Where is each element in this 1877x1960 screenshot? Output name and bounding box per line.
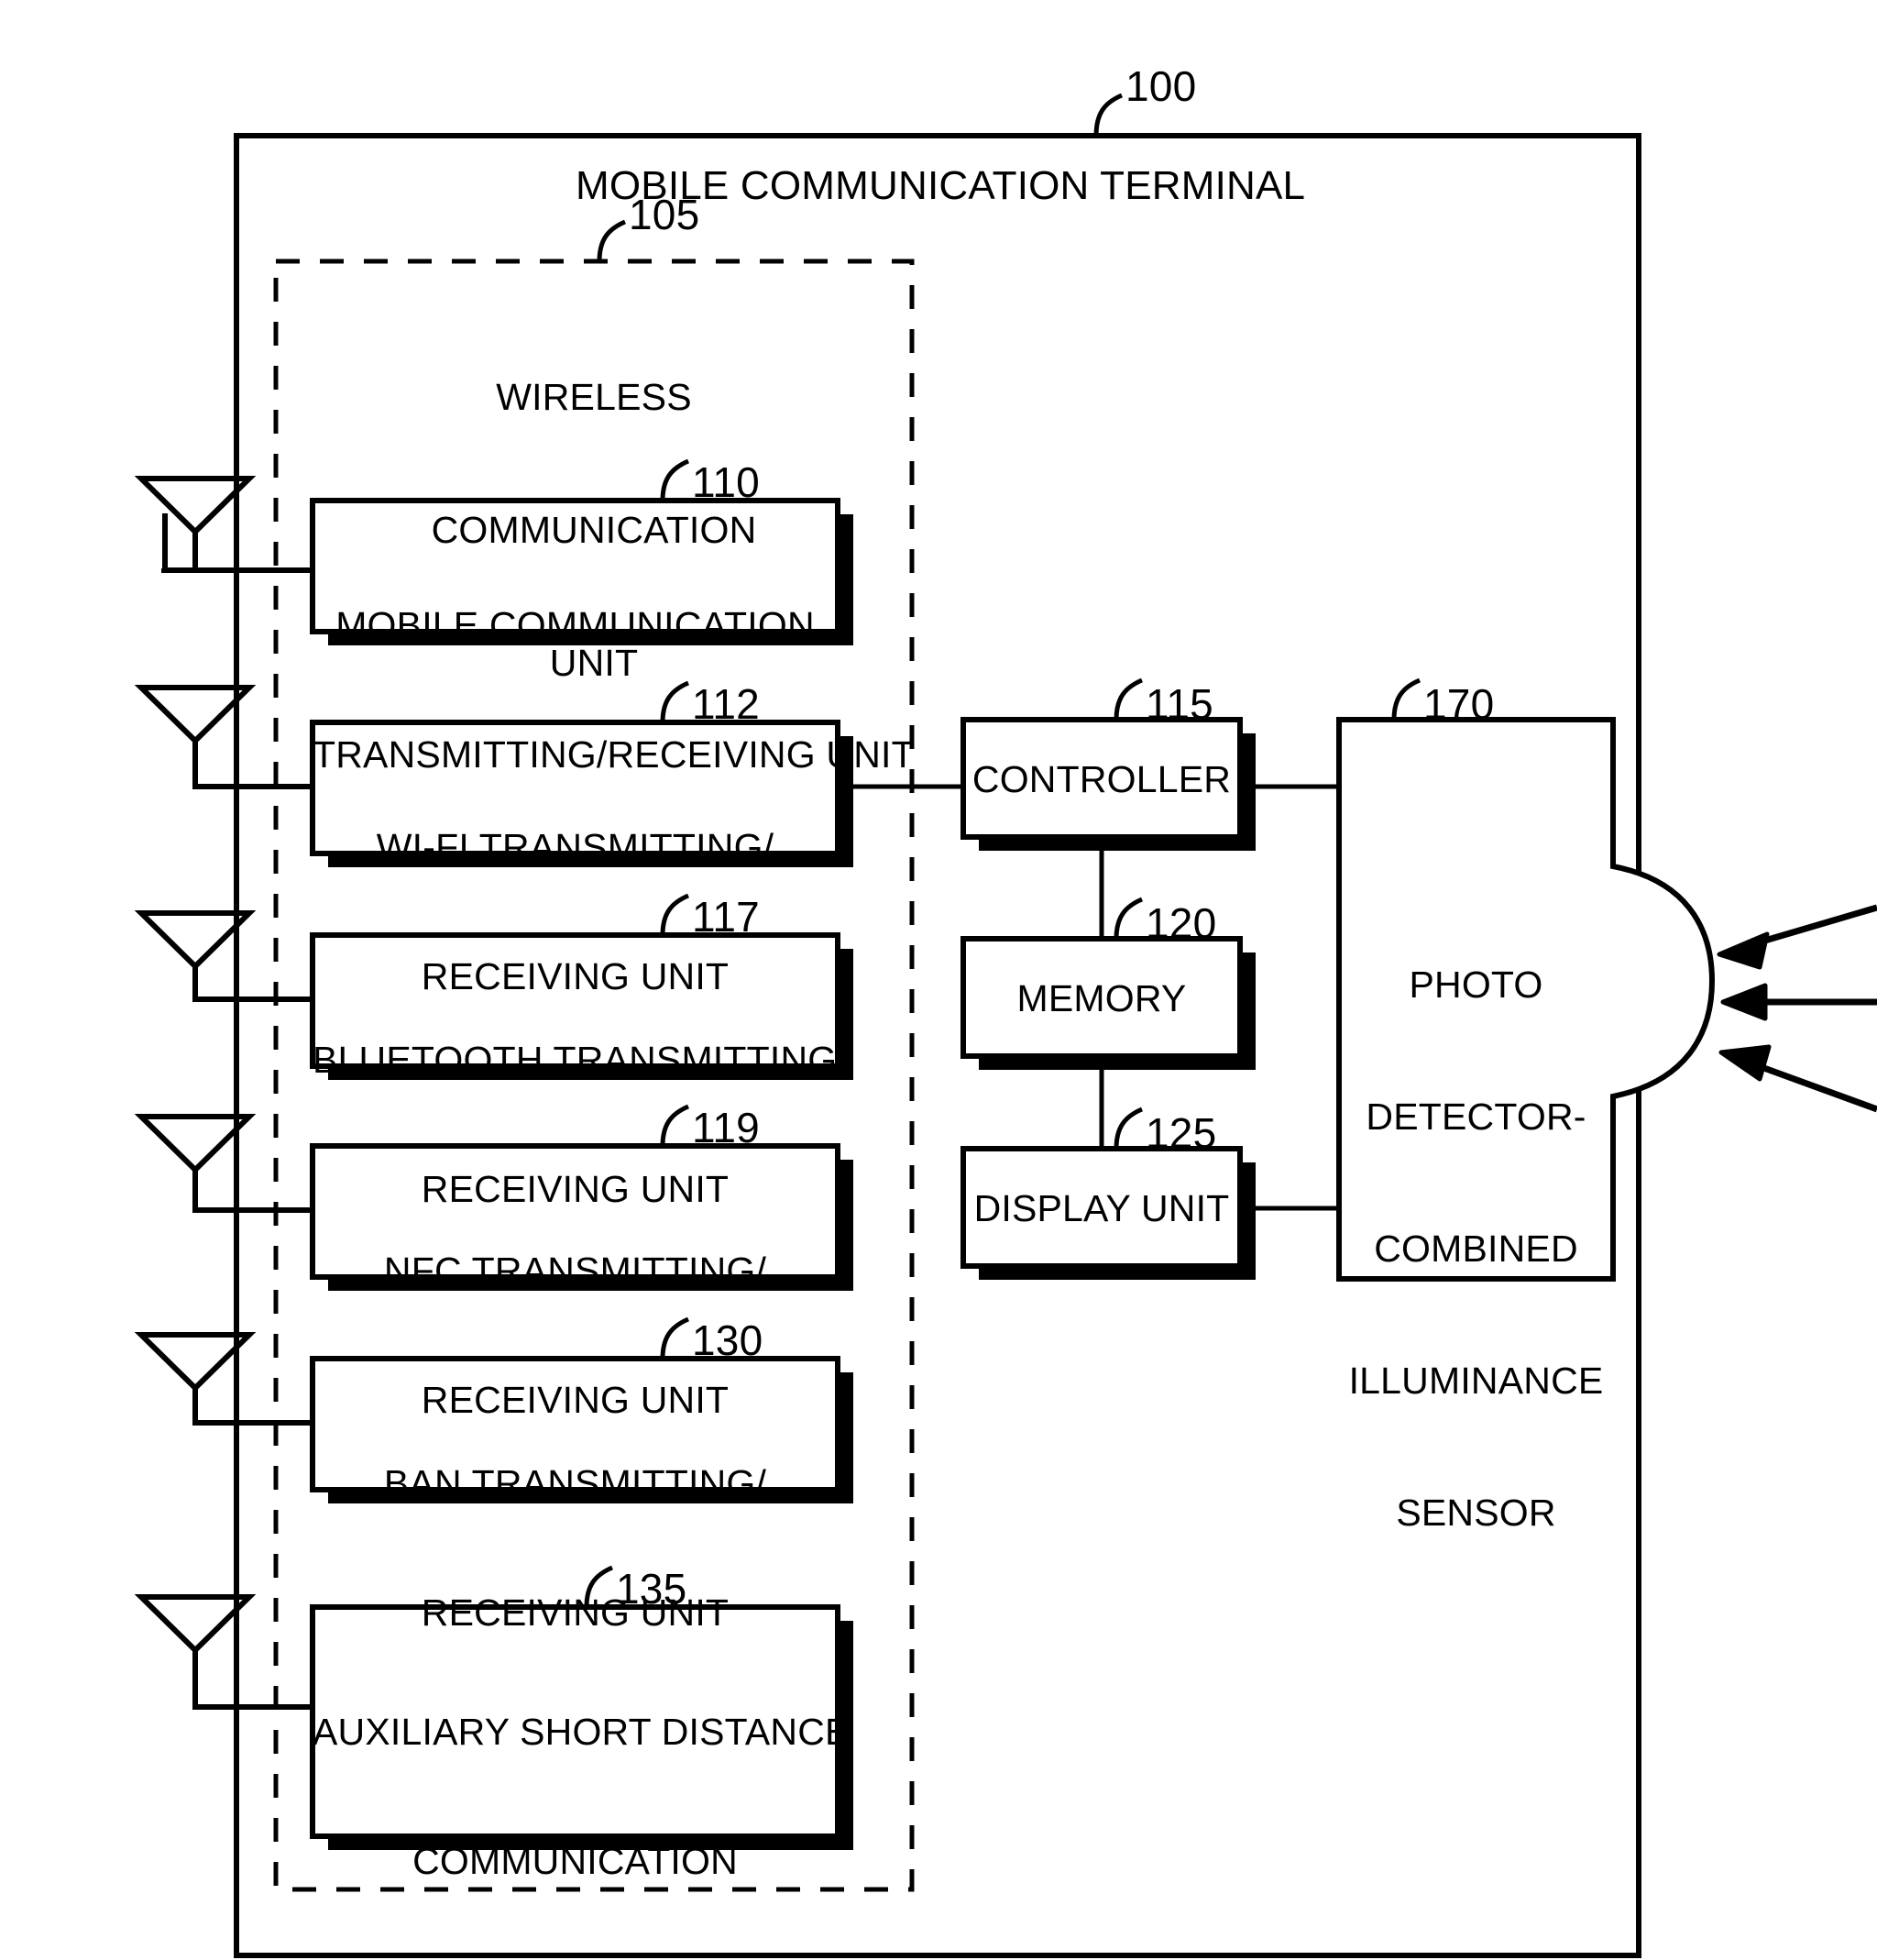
wcu-line-1: WIRELESS [496,375,692,418]
block-110-line-1: MOBILE COMMUNICATION [335,604,815,647]
block-130-line-1: BAN TRANSMITTING/ [383,1462,767,1505]
photo-detector-sensor-label: PHOTO DETECTOR- COMBINED ILLUMINANCE SEN… [1339,875,1613,1623]
light-arrow-upper [1717,904,1877,970]
sensor-line-2: DETECTOR- [1366,1095,1586,1138]
ref-number-130: 130 [692,1316,763,1364]
antenna-icon-6 [134,1594,257,1655]
antenna-icon-2 [134,685,257,745]
block-label-115: CONTROLLER [971,758,1232,800]
block-label-120: MEMORY [1016,977,1187,1019]
ref-number-112: 112 [692,680,760,728]
patent-figure-canvas: 100 MOBILE COMMUNICATION TERMINAL 105 WI… [0,0,1877,1960]
block-label-125: DISPLAY UNIT [973,1187,1230,1229]
antenna-icon-1 [134,476,257,573]
ref-number-119: 119 [692,1104,760,1151]
ref-number-170: 170 [1423,680,1495,728]
ref-number-105: 105 [629,191,700,238]
block-117-line-1: BLUETOOTH TRANSMITTING/ [313,1039,848,1082]
antenna-icon-5 [134,1332,257,1393]
light-arrow-lower [1718,1044,1877,1113]
ref-number-100: 100 [1125,62,1197,110]
block-112-line-1: WI-FI TRANSMITTING/ [376,826,774,869]
sensor-line-3: COMBINED [1374,1227,1578,1270]
block-119-line-1: NFC TRANSMITTING/ [383,1250,767,1293]
sensor-line-5: SENSOR [1396,1491,1556,1534]
antenna-icon-4 [134,1114,257,1174]
ref-number-110: 110 [692,458,760,506]
ref-number-117: 117 [692,893,760,941]
sensor-line-1: PHOTO [1409,963,1543,1006]
ref-number-115: 115 [1146,680,1213,728]
light-arrow-middle [1720,983,1877,1021]
ref-number-135: 135 [616,1565,687,1613]
ref-leader-100 [1093,93,1124,137]
block-label-135: AUXILIARY SHORT DISTANCE COMMUNICATION T… [313,1625,851,1960]
sensor-line-4: ILLUMINANCE [1348,1359,1604,1402]
ref-number-120: 120 [1146,899,1217,947]
block-135-line-2: COMMUNICATION [412,1839,738,1882]
ref-number-125: 125 [1146,1109,1217,1157]
block-135-line-1: AUXILIARY SHORT DISTANCE [313,1711,851,1754]
antenna-icon-3 [134,910,257,971]
